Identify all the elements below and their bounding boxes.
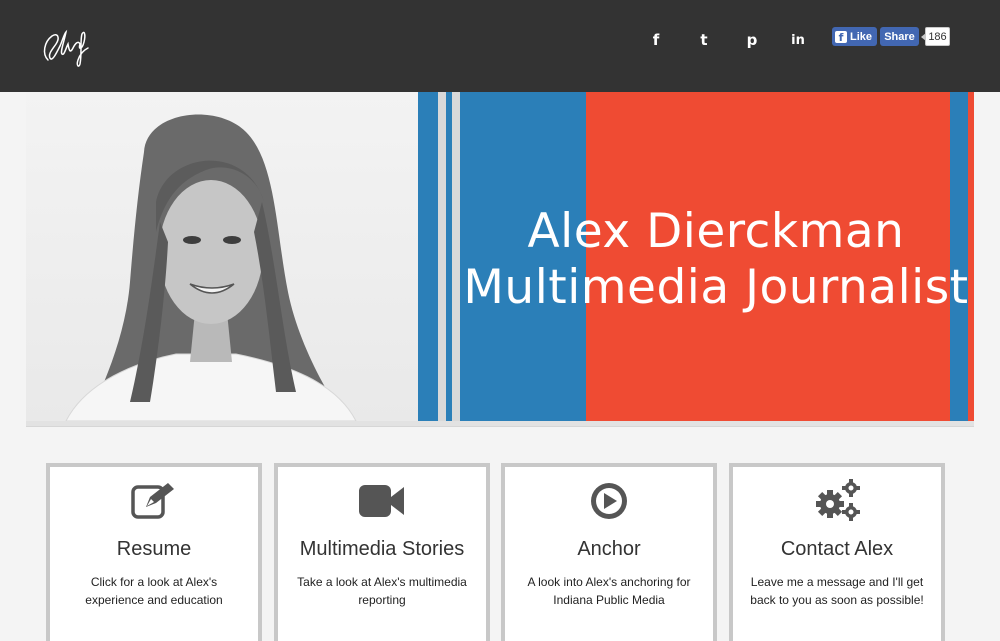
card-title: Contact Alex — [780, 538, 894, 560]
card-description: Leave me a message and I'll get back to … — [750, 575, 924, 607]
card-contact-alex[interactable]: Contact Alex Leave me a message and I'll… — [729, 463, 945, 641]
linkedin-glyph: in — [791, 32, 805, 48]
card-title: Resume — [116, 538, 192, 560]
facebook-like-button[interactable]: f Like — [832, 27, 877, 46]
portrait-illustration — [65, 114, 357, 421]
hero-name: Alex Dierckman — [527, 204, 905, 259]
signature-logo[interactable] — [38, 24, 92, 70]
card-title: Multimedia Stories — [299, 538, 465, 560]
twitter-icon[interactable]: t — [692, 28, 716, 52]
play-icon — [591, 483, 627, 519]
card-multimedia-stories[interactable]: Multimedia Stories Take a look at Alex's… — [274, 463, 490, 641]
card-description: Click for a look at Alex's experience an… — [85, 575, 223, 607]
hero-banner: Alex Dierckman Multimedia Journalist — [26, 92, 974, 421]
pinterest-icon[interactable]: p — [740, 28, 764, 52]
hero-stripe — [418, 92, 438, 421]
hero-tagline: Multimedia Journalist — [463, 260, 969, 315]
video-camera-icon — [359, 485, 404, 517]
card-resume[interactable]: Resume Click for a look at Alex's experi… — [46, 463, 262, 641]
pinterest-glyph: p — [746, 31, 758, 49]
hero-stripe — [438, 92, 446, 421]
twitter-glyph: t — [700, 31, 708, 49]
share-label: Share — [884, 30, 915, 43]
card-description: Take a look at Alex's multimedia reporti… — [297, 575, 467, 607]
site-header: f t p in f Like Share 186 — [0, 0, 1000, 92]
linkedin-icon[interactable]: in — [786, 28, 810, 52]
share-count: 186 — [928, 30, 947, 43]
facebook-logo-icon: f — [835, 30, 847, 44]
like-label: Like — [850, 30, 873, 43]
card-title: Anchor — [577, 538, 641, 560]
gears-icon — [816, 479, 860, 521]
facebook-share-button[interactable]: Share — [880, 27, 919, 46]
profile-photo — [26, 92, 418, 421]
hero-title: Alex Dierckman Multimedia Journalist — [458, 204, 974, 316]
facebook-glyph: f — [652, 31, 660, 49]
card-anchor[interactable]: Anchor A look into Alex's anchoring for … — [501, 463, 717, 641]
edit-icon — [131, 483, 174, 519]
hero-divider — [26, 421, 974, 427]
card-description: A look into Alex's anchoring for Indiana… — [527, 575, 691, 607]
share-count-badge: 186 — [921, 27, 950, 46]
facebook-icon[interactable]: f — [644, 28, 668, 52]
